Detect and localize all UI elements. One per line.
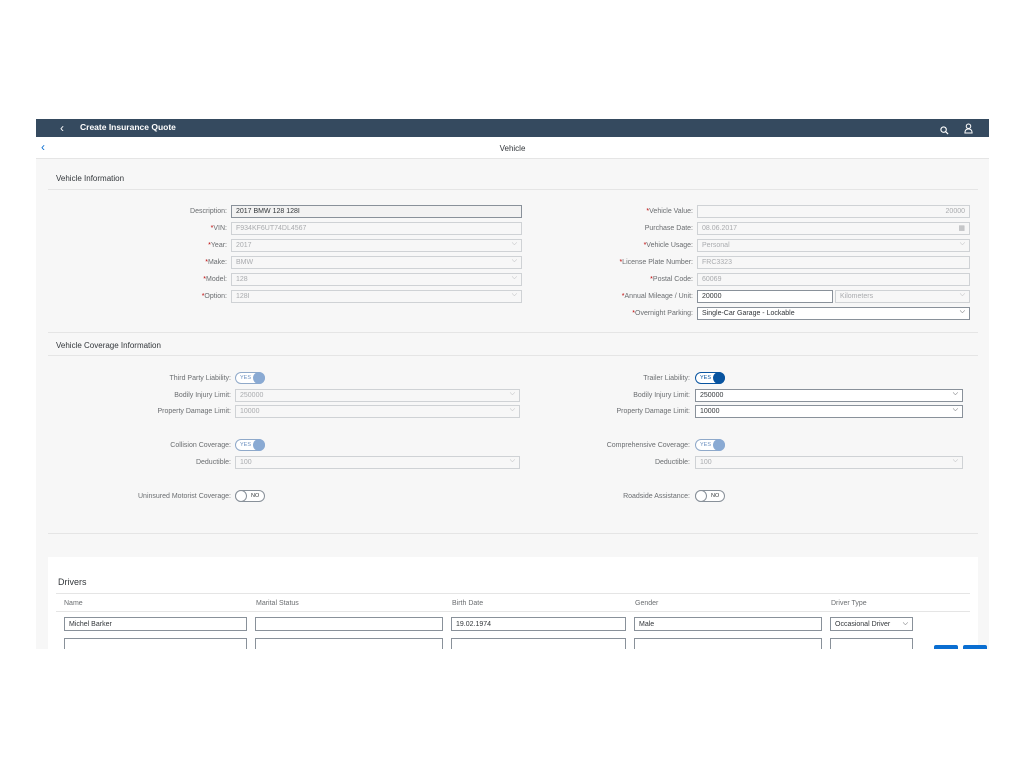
model-select[interactable]: 128 ⌵: [231, 273, 522, 286]
shell-back-icon[interactable]: ‹: [60, 121, 64, 135]
divider: [48, 533, 978, 534]
label-year: *Year:: [208, 242, 227, 249]
divider: [56, 611, 970, 612]
section-title-vehicle-information: Vehicle Information: [56, 174, 125, 183]
description-input[interactable]: 2017 BMW 128 128I: [231, 205, 522, 218]
label-comprehensive-deductible: Deductible:: [654, 459, 690, 466]
driver-name-input[interactable]: Michel Barker: [64, 617, 247, 631]
app-frame: ‹ Create Insurance Quote ‹ Vehicle Vehic…: [36, 119, 989, 649]
annual-mileage-input[interactable]: 20000: [697, 290, 833, 303]
drivers-title: Drivers: [58, 577, 87, 587]
collision-coverage-switch[interactable]: YES: [235, 439, 265, 451]
roadside-assistance-switch[interactable]: NO: [695, 490, 725, 502]
calendar-icon[interactable]: ▦: [958, 224, 965, 232]
chevron-down-icon: ⌵: [952, 406, 958, 413]
label-vin: *VIN:: [210, 225, 227, 232]
chevron-down-icon: ⌵: [959, 291, 965, 298]
chevron-down-icon: ⌵: [952, 390, 958, 397]
vehicle-value-input[interactable]: 20000: [697, 205, 970, 218]
tr-property-damage-select[interactable]: 10000 ⌵: [695, 405, 963, 418]
label-overnight-parking: *Overnight Parking:: [632, 310, 693, 317]
label-make: *Make:: [205, 259, 227, 266]
divider: [48, 189, 978, 190]
column-header-driver-type: Driver Type: [831, 600, 867, 607]
label-roadside-assistance: Roadside Assistance:: [623, 493, 690, 500]
drivers-panel: Drivers Name Marital Status Birth Date G…: [48, 557, 978, 649]
column-header-name: Name: [64, 600, 83, 607]
mileage-unit-select[interactable]: Kilometers ⌵: [835, 290, 970, 303]
label-tp-property-damage: Property Damage Limit:: [157, 408, 231, 415]
label-model: *Model:: [203, 276, 227, 283]
label-license-plate: *License Plate Number:: [619, 259, 693, 266]
label-tr-bodily-injury: Bodily Injury Limit:: [633, 392, 690, 399]
year-select[interactable]: 2017 ⌵: [231, 239, 522, 252]
label-collision-deductible: Deductible:: [195, 459, 231, 466]
purchase-date-input[interactable]: 08.06.2017 ▦: [697, 222, 970, 235]
vehicle-usage-select[interactable]: Personal ⌵: [697, 239, 970, 252]
trailer-liability-switch[interactable]: YES: [695, 372, 725, 384]
option-select[interactable]: 128I ⌵: [231, 290, 522, 303]
label-annual-mileage: *Annual Mileage / Unit:: [621, 293, 693, 300]
label-third-party-liability: Third Party Liability:: [169, 375, 231, 382]
label-tp-bodily-injury: Bodily Injury Limit:: [174, 392, 231, 399]
footer-action-button[interactable]: [963, 645, 987, 649]
driver-marital-status-input[interactable]: [255, 617, 443, 631]
label-trailer-liability: Trailer Liability:: [643, 375, 690, 382]
comprehensive-deductible-select[interactable]: 100 ⌵: [695, 456, 963, 469]
label-collision-coverage: Collision Coverage:: [170, 442, 231, 449]
chevron-down-icon: ⌵: [959, 240, 965, 247]
driver-type-select[interactable]: Occasional Driver ⌵: [830, 617, 913, 631]
driver-row2-birth-input[interactable]: [451, 638, 626, 649]
tp-property-damage-select[interactable]: 10000 ⌵: [235, 405, 520, 418]
chevron-down-icon: ⌵: [959, 308, 965, 315]
label-uninsured-motorist: Uninsured Motorist Coverage:: [138, 493, 231, 500]
page-header: ‹ Vehicle: [36, 137, 989, 159]
divider: [56, 593, 970, 594]
third-party-liability-switch[interactable]: YES: [235, 372, 265, 384]
vin-input[interactable]: F934KF6UT74DL4567: [231, 222, 522, 235]
label-purchase-date: Purchase Date:: [644, 225, 693, 232]
label-description: Description:: [190, 208, 227, 215]
divider: [48, 332, 978, 333]
section-title-vehicle-coverage: Vehicle Coverage Information: [56, 341, 161, 350]
label-vehicle-usage: *Vehicle Usage:: [643, 242, 693, 249]
label-option: *Option:: [201, 293, 227, 300]
make-select[interactable]: BMW ⌵: [231, 256, 522, 269]
comprehensive-coverage-switch[interactable]: YES: [695, 439, 725, 451]
driver-gender-input[interactable]: Male: [634, 617, 822, 631]
label-tr-property-damage: Property Damage Limit:: [616, 408, 690, 415]
tp-bodily-injury-select[interactable]: 250000 ⌵: [235, 389, 520, 402]
app-title: Create Insurance Quote: [80, 122, 176, 132]
footer-action-button[interactable]: [934, 645, 958, 649]
column-header-gender: Gender: [635, 600, 659, 607]
overnight-parking-select[interactable]: Single-Car Garage - Lockable ⌵: [697, 307, 970, 320]
column-header-marital-status: Marital Status: [256, 600, 299, 607]
driver-row2-marital-input[interactable]: [255, 638, 443, 649]
shell-bar: ‹ Create Insurance Quote: [36, 119, 989, 137]
collision-deductible-select[interactable]: 100 ⌵: [235, 456, 520, 469]
tr-bodily-injury-select[interactable]: 250000 ⌵: [695, 389, 963, 402]
divider: [48, 355, 978, 356]
label-postal-code: *Postal Code:: [650, 276, 693, 283]
uninsured-motorist-switch[interactable]: NO: [235, 490, 265, 502]
postal-code-input[interactable]: 60069: [697, 273, 970, 286]
chevron-down-icon: ⌵: [952, 457, 958, 464]
label-vehicle-value: *Vehicle Value:: [646, 208, 693, 215]
driver-row2-gender-input[interactable]: [634, 638, 822, 649]
page-title: Vehicle: [499, 144, 526, 153]
label-comprehensive-coverage: Comprehensive Coverage:: [606, 442, 690, 449]
driver-row2-type-select[interactable]: [830, 638, 913, 649]
driver-birth-date-input[interactable]: 19.02.1974: [451, 617, 626, 631]
driver-row2-name-input[interactable]: [64, 638, 247, 649]
column-header-birth-date: Birth Date: [452, 600, 484, 607]
license-plate-input[interactable]: FRC3323: [697, 256, 970, 269]
chevron-down-icon: ⌵: [902, 620, 908, 627]
